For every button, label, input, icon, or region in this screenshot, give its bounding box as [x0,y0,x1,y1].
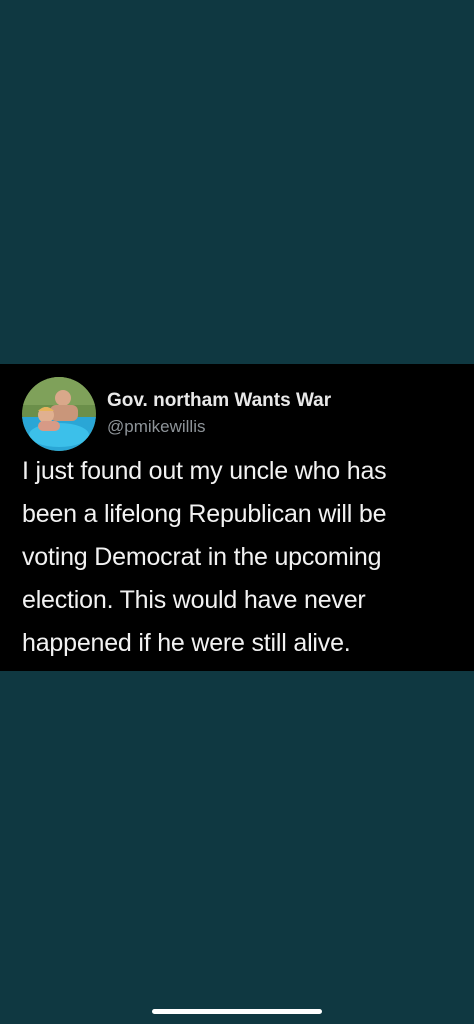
profile-photo-icon [22,377,96,451]
tweet-card[interactable]: Gov. northam Wants War @pmikewillis I ju… [0,364,474,671]
display-name[interactable]: Gov. northam Wants War [107,390,331,412]
avatar[interactable] [22,377,96,451]
tweet-text-line: election. This would have never [22,586,366,614]
tweet-text-line: voting Democrat in the upcoming [22,543,382,571]
tweet-text-line: been a lifelong Republican will be [22,500,387,528]
tweet-text-line: I just found out my uncle who has [22,457,387,485]
tweet-text: I just found out my uncle who has been a… [22,450,462,665]
user-handle[interactable]: @pmikewillis [107,417,206,437]
home-indicator[interactable] [152,1009,322,1014]
screenshot-background: Gov. northam Wants War @pmikewillis I ju… [0,0,474,1024]
tweet-text-line: happened if he were still alive. [22,629,351,657]
